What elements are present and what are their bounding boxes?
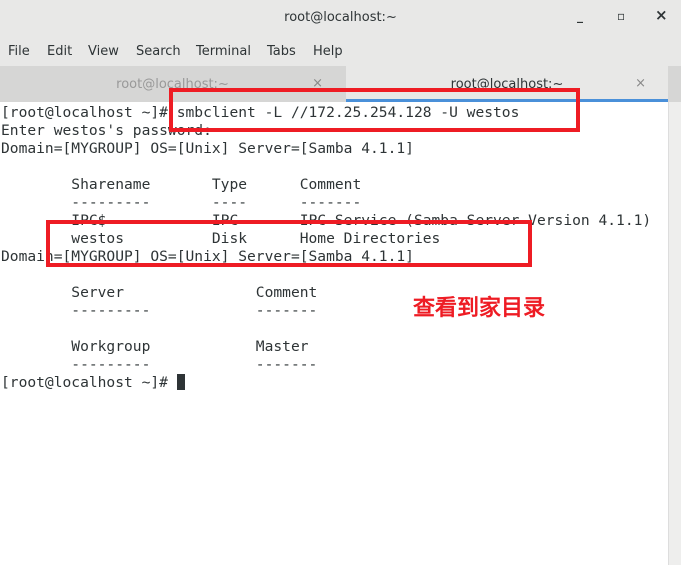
close-tab-icon[interactable]: ×: [635, 76, 646, 91]
terminal-line: Sharename Type Comment: [1, 176, 362, 193]
terminal-line: --------- -------: [1, 356, 318, 373]
terminal-prompt: [root@localhost ~]#: [1, 374, 177, 391]
cursor: [176, 374, 185, 390]
menu-search[interactable]: Search: [136, 44, 181, 59]
annotation-text: 查看到家目录: [413, 296, 546, 321]
terminal-line: --------- ---- -------: [1, 194, 362, 211]
menu-view[interactable]: View: [88, 44, 119, 59]
menu-tabs[interactable]: Tabs: [267, 44, 296, 59]
title-bar: root@localhost:~ _ ▫ ×: [0, 0, 681, 38]
terminal-line: Server Comment: [1, 284, 318, 301]
menu-help[interactable]: Help: [313, 44, 343, 59]
close-button[interactable]: ×: [655, 6, 668, 24]
menu-edit[interactable]: Edit: [47, 44, 72, 59]
menu-terminal[interactable]: Terminal: [196, 44, 251, 59]
scrollbar[interactable]: [668, 102, 681, 565]
highlight-command-box: [169, 88, 580, 132]
terminal-line: Domain=[MYGROUP] OS=[Unix] Server=[Samba…: [1, 140, 414, 157]
menu-bar: File Edit View Search Terminal Tabs Help: [0, 38, 681, 67]
terminal-line: --------- -------: [1, 302, 318, 319]
maximize-button[interactable]: ▫: [617, 9, 625, 23]
highlight-share-box: [46, 220, 532, 267]
minimize-button[interactable]: _: [577, 9, 583, 23]
terminal-line: Workgroup Master: [1, 338, 309, 355]
menu-file[interactable]: File: [8, 44, 30, 59]
